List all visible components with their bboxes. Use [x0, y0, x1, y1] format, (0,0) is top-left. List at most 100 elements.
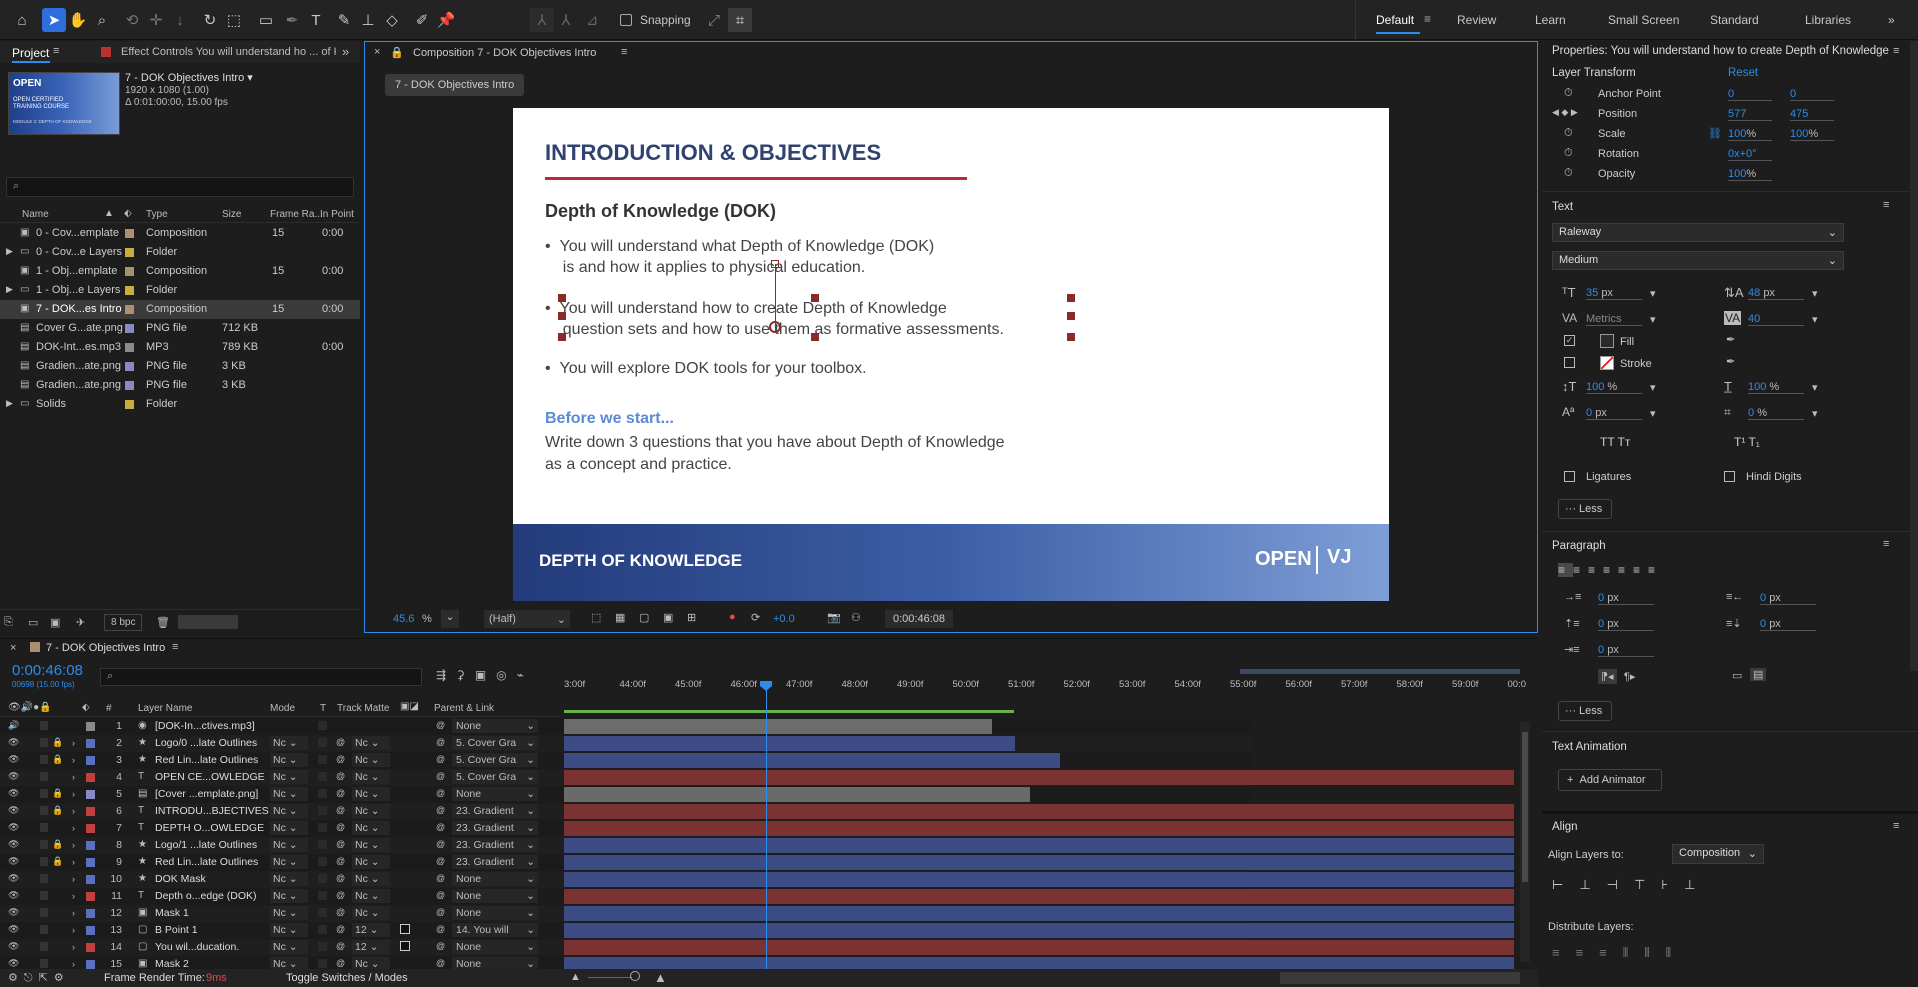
layer-name[interactable]: [DOK-In...ctives.mp3] [155, 720, 255, 732]
workspace-libraries[interactable]: Libraries [1805, 13, 1851, 27]
lock-icon[interactable]: 🔒 [52, 788, 63, 799]
eye-icon[interactable]: 👁 [8, 873, 19, 884]
layer-duration-bar[interactable] [564, 736, 1015, 751]
text-menu-icon[interactable]: ≡ [1883, 199, 1889, 211]
panel-menu-icon[interactable]: ≡ [53, 45, 59, 57]
solo-checkbox[interactable] [40, 925, 48, 934]
parent-dropdown[interactable]: None ⌄ [452, 889, 538, 903]
paragraph-less-button[interactable]: ··· Less [1558, 701, 1612, 721]
label-swatch[interactable] [86, 824, 95, 833]
timeline-menu-icon[interactable]: ≡ [172, 641, 178, 653]
zoom-in-mountain-icon[interactable]: ▲ [654, 970, 667, 985]
workspace-review[interactable]: Review [1457, 13, 1496, 27]
label-swatch[interactable] [86, 909, 95, 918]
lock-icon[interactable]: 🔒 [52, 805, 63, 816]
preserve-transparency-checkbox[interactable] [318, 755, 327, 764]
media-encoder-icon[interactable]: ✈ [76, 616, 85, 629]
view-axis-icon[interactable]: ⊿ [580, 8, 604, 32]
playhead[interactable] [766, 682, 767, 982]
layer-row[interactable]: 👁 🔒 › 2 ★ Logo/0 ...late Outlines Nc ⌄ @ Nc ⌄ @5.… [0, 735, 1250, 752]
label-swatch[interactable] [125, 362, 134, 371]
matte-link-icon[interactable]: @ [336, 958, 345, 968]
project-item[interactable]: ▤ Cover G...ate.png PNG file 712 KB [0, 319, 360, 338]
home-icon[interactable]: ⌂ [10, 8, 34, 32]
track-matte-dropdown[interactable]: Nc ⌄ [352, 855, 390, 869]
type-tool-icon[interactable]: T [304, 8, 328, 32]
guides-icon[interactable]: ▣ [663, 611, 673, 624]
current-time-display[interactable]: 0:00:46:08 [885, 610, 953, 628]
all-caps-icon[interactable]: TT Tт [1600, 435, 1630, 449]
snapshot-icon[interactable]: 📷 [827, 611, 841, 624]
exposure-value[interactable]: +0.0 [773, 613, 795, 625]
eye-icon[interactable]: 👁 [8, 754, 19, 765]
parent-dropdown[interactable]: 5. Cover Gra ⌄ [452, 753, 538, 767]
comp-menu-icon[interactable]: ≡ [621, 46, 627, 58]
rtl-direction-icon[interactable]: ¶▸ [1624, 670, 1635, 683]
label-swatch[interactable] [125, 267, 134, 276]
eye-icon[interactable]: 👁 [8, 958, 19, 969]
opacity-field[interactable]: 100% [1728, 168, 1772, 181]
workspace-small-screen[interactable]: Small Screen [1608, 13, 1679, 27]
preserve-transparency-checkbox[interactable] [318, 959, 327, 968]
twirl-arrow-icon[interactable]: › [72, 925, 75, 935]
solo-checkbox[interactable] [40, 772, 48, 781]
label-swatch[interactable] [125, 400, 134, 409]
chevron-down-icon[interactable]: ▾ [1812, 381, 1818, 394]
blend-mode-dropdown[interactable]: Nc ⌄ [270, 889, 308, 903]
solo-checkbox[interactable] [40, 755, 48, 764]
lock-icon[interactable]: 🔒 [52, 754, 63, 765]
font-size-field[interactable]: 35 px [1586, 287, 1642, 300]
constrain-proportions-icon[interactable]: ⛓ [1708, 127, 1722, 140]
track-matte-dropdown[interactable]: 12 ⌄ [352, 923, 390, 937]
matte-link-icon[interactable]: @ [336, 924, 345, 934]
scale-y-field[interactable]: 100% [1790, 128, 1834, 141]
solo-checkbox[interactable] [40, 806, 48, 815]
pickwhip-icon[interactable]: @ [436, 737, 445, 747]
rotation-tool-icon[interactable]: ↻ [198, 8, 222, 32]
layer-name[interactable]: [Cover ...emplate.png] [155, 788, 258, 800]
track-matte-dropdown[interactable]: Nc ⌄ [352, 872, 390, 886]
parent-dropdown[interactable]: 23. Gradient ⌄ [452, 855, 538, 869]
transparency-grid-icon[interactable]: ▦ [615, 611, 625, 624]
label-swatch[interactable] [86, 943, 95, 952]
resolution-dropdown[interactable]: (Half) ⌄ [484, 610, 570, 628]
single-line-composer-icon[interactable]: ▭ [1732, 669, 1742, 682]
layer-row[interactable]: 👁 🔒 › 8 ★ Logo/1 ...late Outlines Nc ⌄ @ Nc ⌄ @23… [0, 837, 1514, 854]
label-swatch[interactable] [86, 773, 95, 782]
pickwhip-icon[interactable]: @ [436, 771, 445, 781]
audio-icon[interactable]: 🔊 [8, 720, 19, 731]
layer-name[interactable]: DOK Mask [155, 873, 206, 885]
matte-link-icon[interactable]: @ [336, 907, 345, 917]
close-tab-icon[interactable]: × [374, 46, 380, 58]
reset-exposure-icon[interactable]: ⟳ [751, 611, 760, 624]
matte-link-icon[interactable]: @ [336, 788, 345, 798]
preserve-transparency-checkbox[interactable] [318, 908, 327, 917]
pen-tool-icon[interactable]: ✒ [280, 8, 304, 32]
matte-link-icon[interactable]: @ [336, 805, 345, 815]
parent-dropdown[interactable]: 5. Cover Gra ⌄ [452, 770, 538, 784]
lock-icon[interactable]: 🔒 [52, 856, 63, 867]
layer-row[interactable]: 👁 🔒 › 9 ★ Red Lin...late Outlines Nc ⌄ @ Nc ⌄ @23… [0, 854, 1514, 871]
label-swatch[interactable] [125, 229, 134, 238]
preserve-transparency-checkbox[interactable] [318, 823, 327, 832]
label-swatch[interactable] [86, 807, 95, 816]
twirl-arrow-icon[interactable]: › [72, 891, 75, 901]
solo-checkbox[interactable] [40, 959, 48, 968]
pickwhip-icon[interactable]: @ [436, 873, 445, 883]
first-line-indent-field[interactable]: 0 px [1598, 644, 1654, 657]
parent-dropdown[interactable]: 23. Gradient ⌄ [452, 821, 538, 835]
preserve-transparency-checkbox[interactable] [318, 942, 327, 951]
col-size[interactable]: Size [222, 209, 241, 220]
layer-name[interactable]: Logo/0 ...late Outlines [155, 737, 257, 749]
solo-checkbox[interactable] [40, 840, 48, 849]
region-interest-icon[interactable]: ⬚ [591, 611, 601, 624]
snap-features-icon[interactable]: ⌗ [728, 8, 752, 32]
selection-tool-icon[interactable]: ➤ [42, 8, 66, 32]
layer-name[interactable]: You wil...ducation. [155, 941, 239, 953]
pickwhip-icon[interactable]: @ [436, 924, 445, 934]
work-area-bar[interactable] [1240, 669, 1520, 674]
label-swatch[interactable] [86, 892, 95, 901]
blend-mode-dropdown[interactable]: Nc ⌄ [270, 923, 308, 937]
roto-brush-icon[interactable]: ✐ [410, 8, 434, 32]
stopwatch-icon[interactable]: ⏱ [1564, 167, 1573, 180]
